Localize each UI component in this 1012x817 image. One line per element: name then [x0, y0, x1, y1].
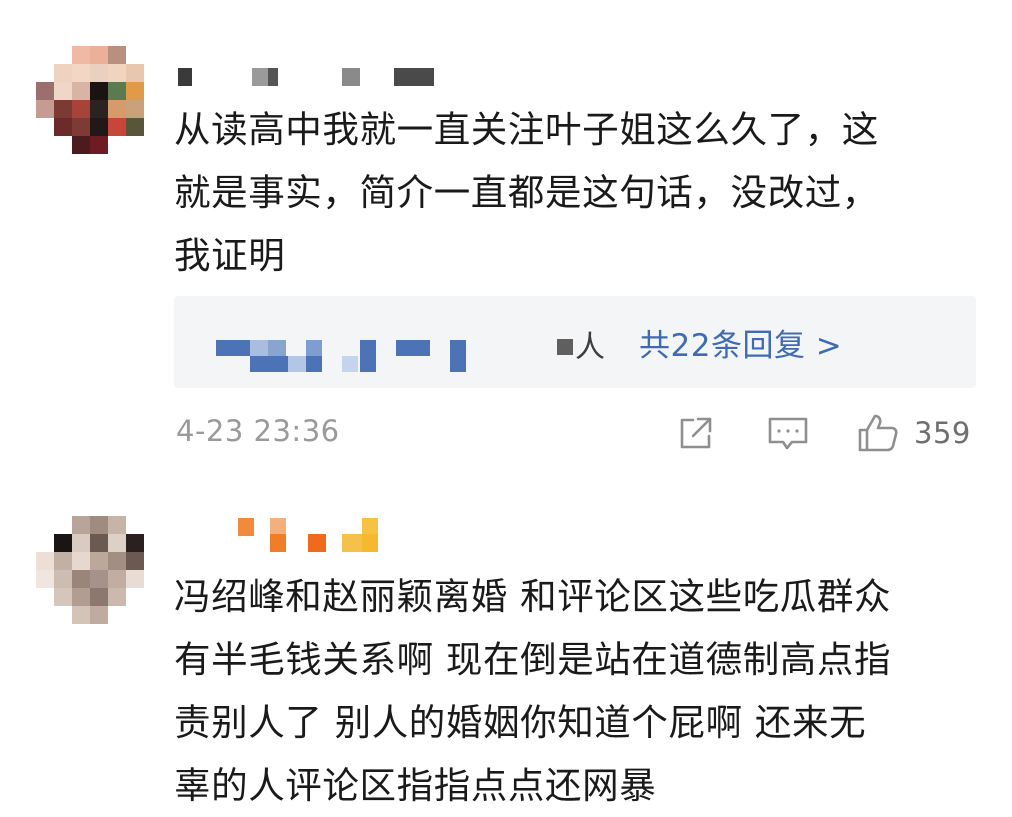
reply-person-suffix: 人 [575, 330, 605, 365]
view-replies-link[interactable]: 共22条回复 > [639, 320, 842, 365]
comment-text: 冯绍峰和赵丽颖离婚 和评论区这些吃瓜群众 有半毛钱关系啊 现在倒是站在道德制高点… [174, 565, 974, 817]
timestamp: 4-23 23:36 [176, 414, 340, 448]
avatar[interactable] [36, 46, 146, 156]
comment-item: 冯绍峰和赵丽颖离婚 和评论区这些吃瓜群众 有半毛钱关系啊 现在倒是站在道德制高点… [0, 470, 1012, 808]
comment-text-line: 有半毛钱关系啊 现在倒是站在道德制高点指 [174, 638, 892, 681]
share-icon [680, 417, 712, 449]
comment-icon [768, 417, 808, 450]
comment-item: 从读高中我就一直关注叶子姐这么久了，这 就是事实，简介一直都是这句话，没改过， … [0, 0, 1012, 470]
comment-meta-row: 4-23 23:36 359 [0, 410, 1012, 460]
comment-button[interactable] [766, 410, 810, 456]
comment-text-line: 从读高中我就一直关注叶子姐这么久了，这 [174, 108, 879, 151]
comment-text-line: 冯绍峰和赵丽颖离婚 和评论区这些吃瓜群众 [174, 575, 892, 618]
reply-summary-box[interactable]: 人 共22条回复 > [174, 296, 976, 388]
redacted-block [557, 339, 573, 355]
avatar[interactable] [36, 516, 146, 626]
like-button[interactable]: 359 [856, 410, 971, 456]
comment-text-line: 我证明 [174, 234, 286, 277]
reply-person-label: 人 [557, 322, 605, 366]
comment-text-line: 就是事实，简介一直都是这句话，没改过， [174, 171, 879, 214]
comment-text-line: 责别人了 别人的婚姻你知道个屁啊 还来无 [174, 701, 867, 744]
like-count: 359 [914, 416, 971, 450]
comment-text: 从读高中我就一直关注叶子姐这么久了，这 就是事实，简介一直都是这句话，没改过， … [174, 98, 974, 287]
share-button[interactable] [676, 410, 716, 456]
thumbs-up-icon [858, 414, 898, 452]
